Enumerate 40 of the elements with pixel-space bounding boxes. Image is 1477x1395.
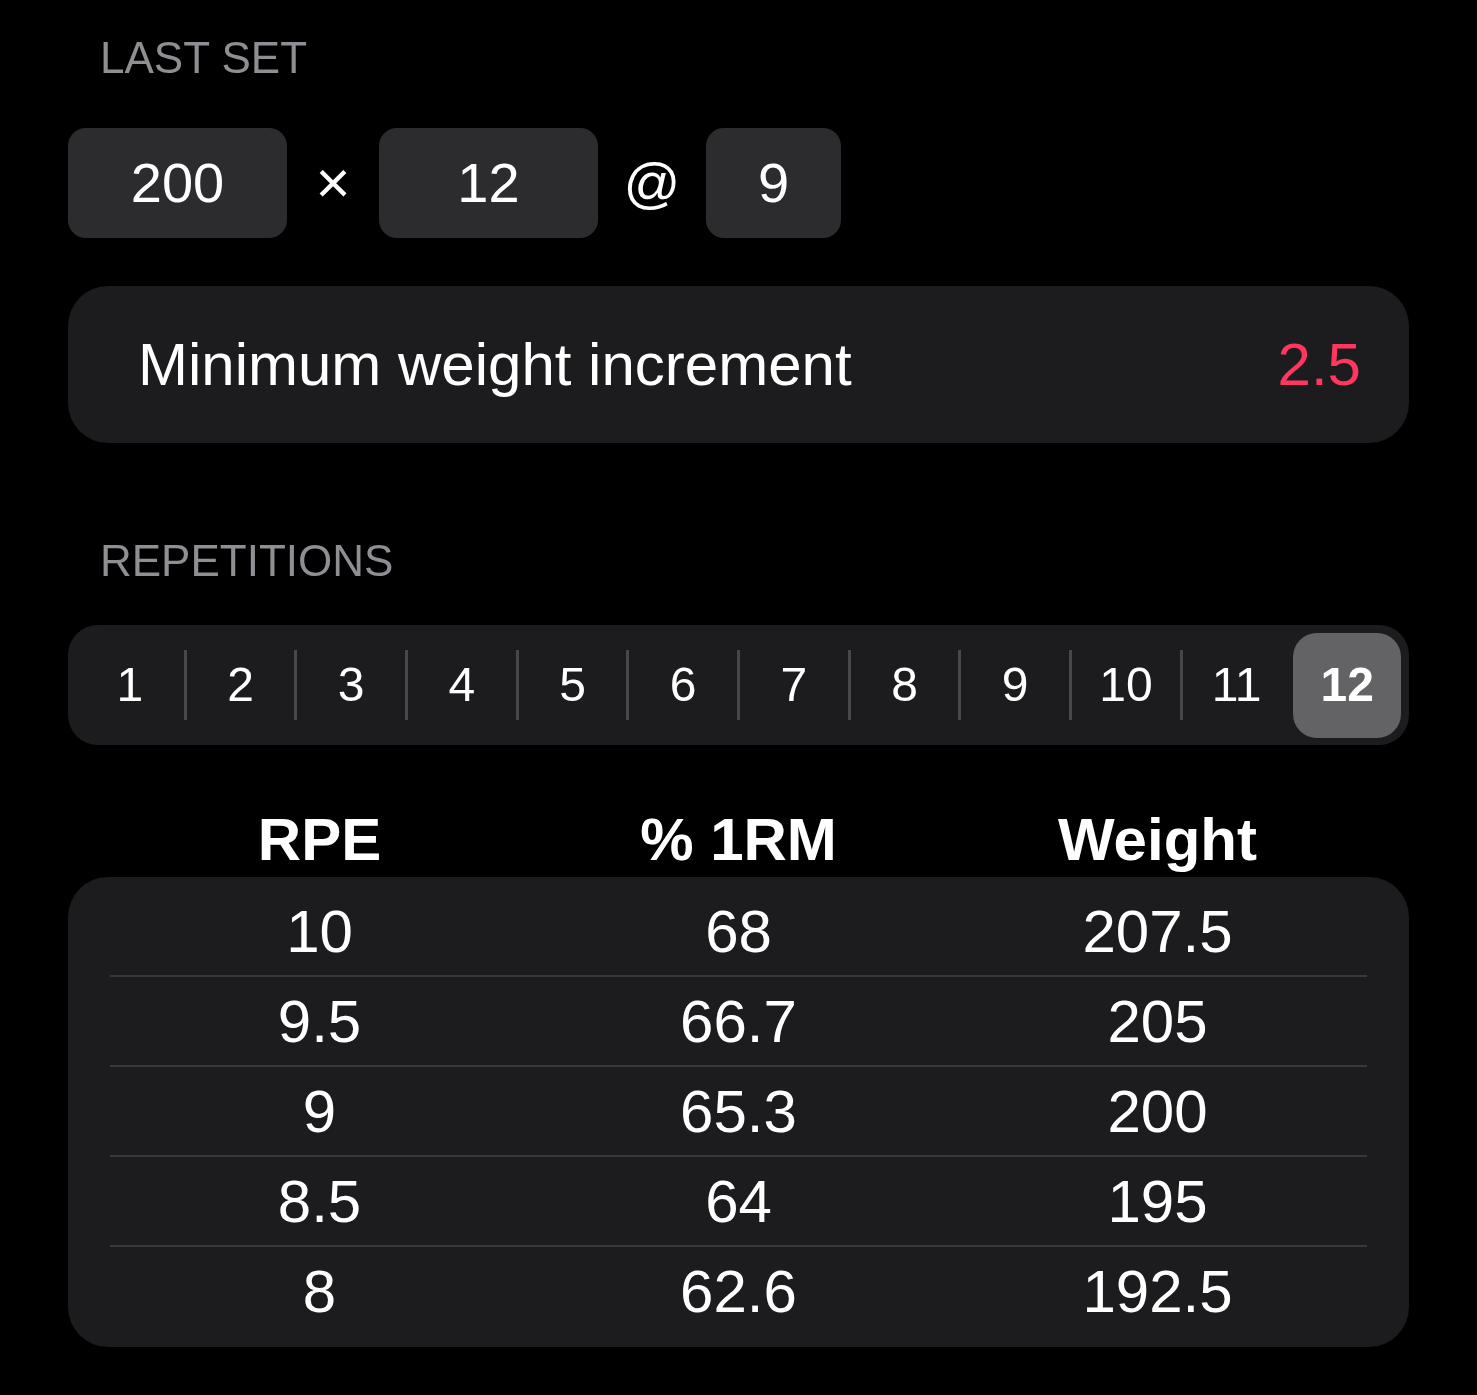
segment[interactable]: 1 xyxy=(76,632,184,738)
segment[interactable]: 10 xyxy=(1072,632,1180,738)
reps-field[interactable]: 12 xyxy=(379,128,598,238)
table-cell: 192.5 xyxy=(1082,1258,1233,1325)
table-cell: 62.6 xyxy=(680,1258,797,1325)
table-cell: 65.3 xyxy=(680,1078,797,1145)
rpe-field[interactable]: 9 xyxy=(706,128,841,238)
table-cell: 66.7 xyxy=(680,988,797,1055)
increment-row[interactable]: Minimum weight increment 2.5 xyxy=(68,286,1409,443)
table-cell: 8 xyxy=(302,1258,337,1325)
table-cell: 207.5 xyxy=(1082,898,1233,965)
weight-field[interactable]: 200 xyxy=(68,128,287,238)
increment-value: 2.5 xyxy=(1277,329,1361,400)
table-cell: 8.5 xyxy=(277,1168,362,1235)
table-cell: 195 xyxy=(1107,1168,1208,1235)
table-cell: 64 xyxy=(705,1168,772,1235)
segment[interactable]: 6 xyxy=(629,632,738,738)
segment[interactable]: 11 xyxy=(1182,632,1291,738)
increment-label: Minimum weight increment xyxy=(138,329,852,400)
table-cell: 9.5 xyxy=(277,988,362,1055)
table-cell: 200 xyxy=(1107,1078,1208,1145)
table-cell: 68 xyxy=(705,898,772,965)
segment[interactable]: 2 xyxy=(186,632,295,738)
segment[interactable]: 12 xyxy=(1293,632,1402,738)
table-cell: 10 xyxy=(286,898,353,965)
at-sign: @ xyxy=(622,150,682,216)
column-header: % 1RM xyxy=(640,806,837,873)
segment[interactable]: 7 xyxy=(740,632,848,738)
segment[interactable]: 4 xyxy=(408,632,516,738)
table-cell: 205 xyxy=(1107,988,1208,1055)
segment[interactable]: 9 xyxy=(961,632,1070,738)
column-header: RPE xyxy=(257,806,382,873)
segment[interactable]: 5 xyxy=(518,632,627,738)
table-cell: 9 xyxy=(302,1078,337,1145)
segment[interactable]: 3 xyxy=(297,632,405,738)
section-header: REPETITIONS xyxy=(99,535,395,587)
times-sign: × xyxy=(314,148,352,218)
section-header: LAST SET xyxy=(99,32,309,84)
column-header: Weight xyxy=(1058,806,1257,873)
segment[interactable]: 8 xyxy=(850,632,959,738)
